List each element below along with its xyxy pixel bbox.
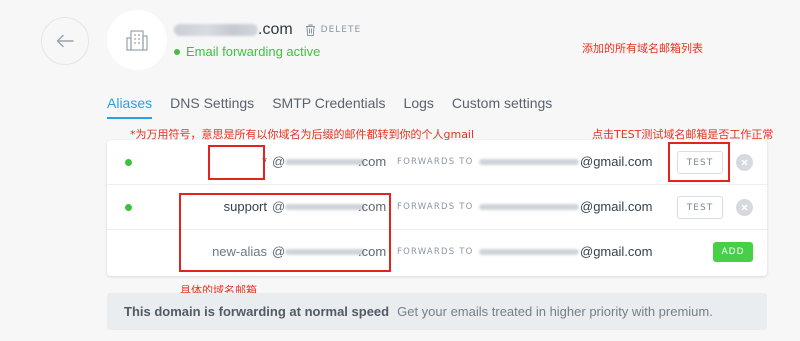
tab-custom-settings[interactable]: Custom settings	[452, 95, 552, 119]
test-button[interactable]: TEST	[677, 196, 723, 219]
remove-alias-button[interactable]	[736, 199, 753, 216]
domain-name-redacted	[174, 24, 258, 36]
annotation-box-aliases	[179, 193, 391, 272]
destination-suffix: @gmail.com	[580, 244, 653, 259]
add-alias-button[interactable]: ADD	[713, 242, 753, 262]
forwards-to-label: FORWARDS TO	[397, 247, 474, 257]
domain-suffix: .com	[258, 21, 293, 38]
destination-redacted[interactable]	[479, 249, 579, 255]
banner-text: Get your emails treated in higher priori…	[397, 304, 713, 319]
forwarding-status: Email forwarding active	[174, 44, 320, 59]
tab-dns-settings[interactable]: DNS Settings	[170, 95, 254, 119]
tab-bar: Aliases DNS Settings SMTP Credentials Lo…	[107, 95, 552, 119]
destination-suffix: @gmail.com	[580, 199, 653, 214]
speed-banner: This domain is forwarding at normal spee…	[107, 293, 767, 330]
forwards-to-label: FORWARDS TO	[397, 157, 474, 167]
remove-alias-button[interactable]	[736, 154, 753, 171]
tab-logs[interactable]: Logs	[404, 95, 434, 119]
annotation-alias-list: 添加的所有域名邮箱列表	[582, 42, 703, 55]
domain-avatar	[107, 10, 167, 70]
active-dot	[125, 159, 132, 166]
close-icon	[741, 159, 748, 166]
building-icon	[126, 30, 148, 51]
active-dot	[125, 204, 132, 211]
close-icon	[741, 204, 748, 211]
delete-button[interactable]: DELETE	[305, 24, 362, 36]
back-button[interactable]	[41, 17, 89, 65]
domain-title: .com DELETE	[174, 20, 361, 40]
destination-redacted	[479, 204, 579, 210]
status-dot	[174, 48, 180, 55]
destination-redacted	[479, 159, 579, 165]
arrow-left-icon	[56, 34, 74, 48]
delete-label: DELETE	[320, 25, 362, 35]
annotation-box-test	[668, 142, 730, 182]
alias-domain-redacted	[285, 159, 365, 165]
forwards-to-label: FORWARDS TO	[397, 202, 474, 212]
alias-at: @	[272, 154, 286, 169]
banner-title: This domain is forwarding at normal spee…	[124, 304, 390, 319]
alias-domain-suffix: .com	[358, 154, 387, 169]
status-text: Email forwarding active	[186, 44, 321, 59]
destination-suffix: @gmail.com	[580, 154, 653, 169]
tab-aliases[interactable]: Aliases	[107, 95, 153, 119]
tab-smtp-credentials[interactable]: SMTP Credentials	[272, 95, 385, 119]
trash-icon	[305, 24, 315, 36]
annotation-box-wildcard	[208, 145, 265, 180]
